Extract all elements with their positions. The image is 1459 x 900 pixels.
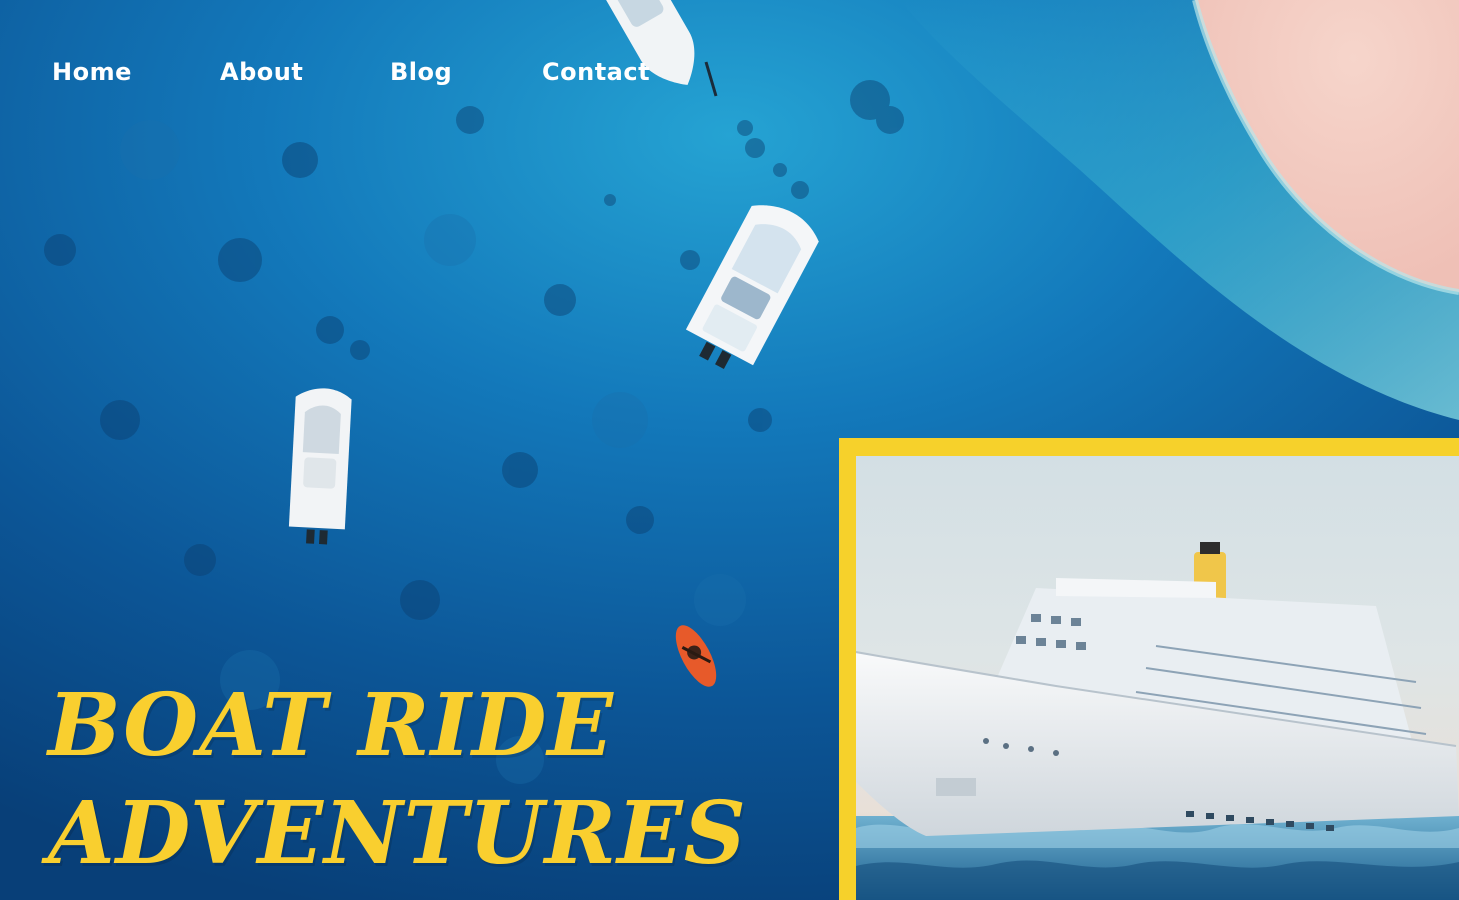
cruise-ship-image [856, 542, 1459, 900]
hero-title: Boat Ride Adventures [48, 672, 747, 888]
nav-about-link[interactable]: About [220, 58, 390, 86]
hero-title-line-2: Adventures [48, 783, 747, 884]
cruise-ship-photo [856, 456, 1459, 900]
nav-contact-link[interactable]: Contact [542, 58, 682, 86]
hero-section: Home About Blog Contact Boat Ride Advent… [0, 0, 1459, 900]
nav-home-link[interactable]: Home [52, 58, 220, 86]
main-nav: Home About Blog Contact [52, 58, 682, 86]
hero-title-line-1: Boat Ride [48, 675, 614, 776]
cruise-ship-photo-frame [839, 438, 1459, 900]
nav-blog-link[interactable]: Blog [390, 58, 542, 86]
